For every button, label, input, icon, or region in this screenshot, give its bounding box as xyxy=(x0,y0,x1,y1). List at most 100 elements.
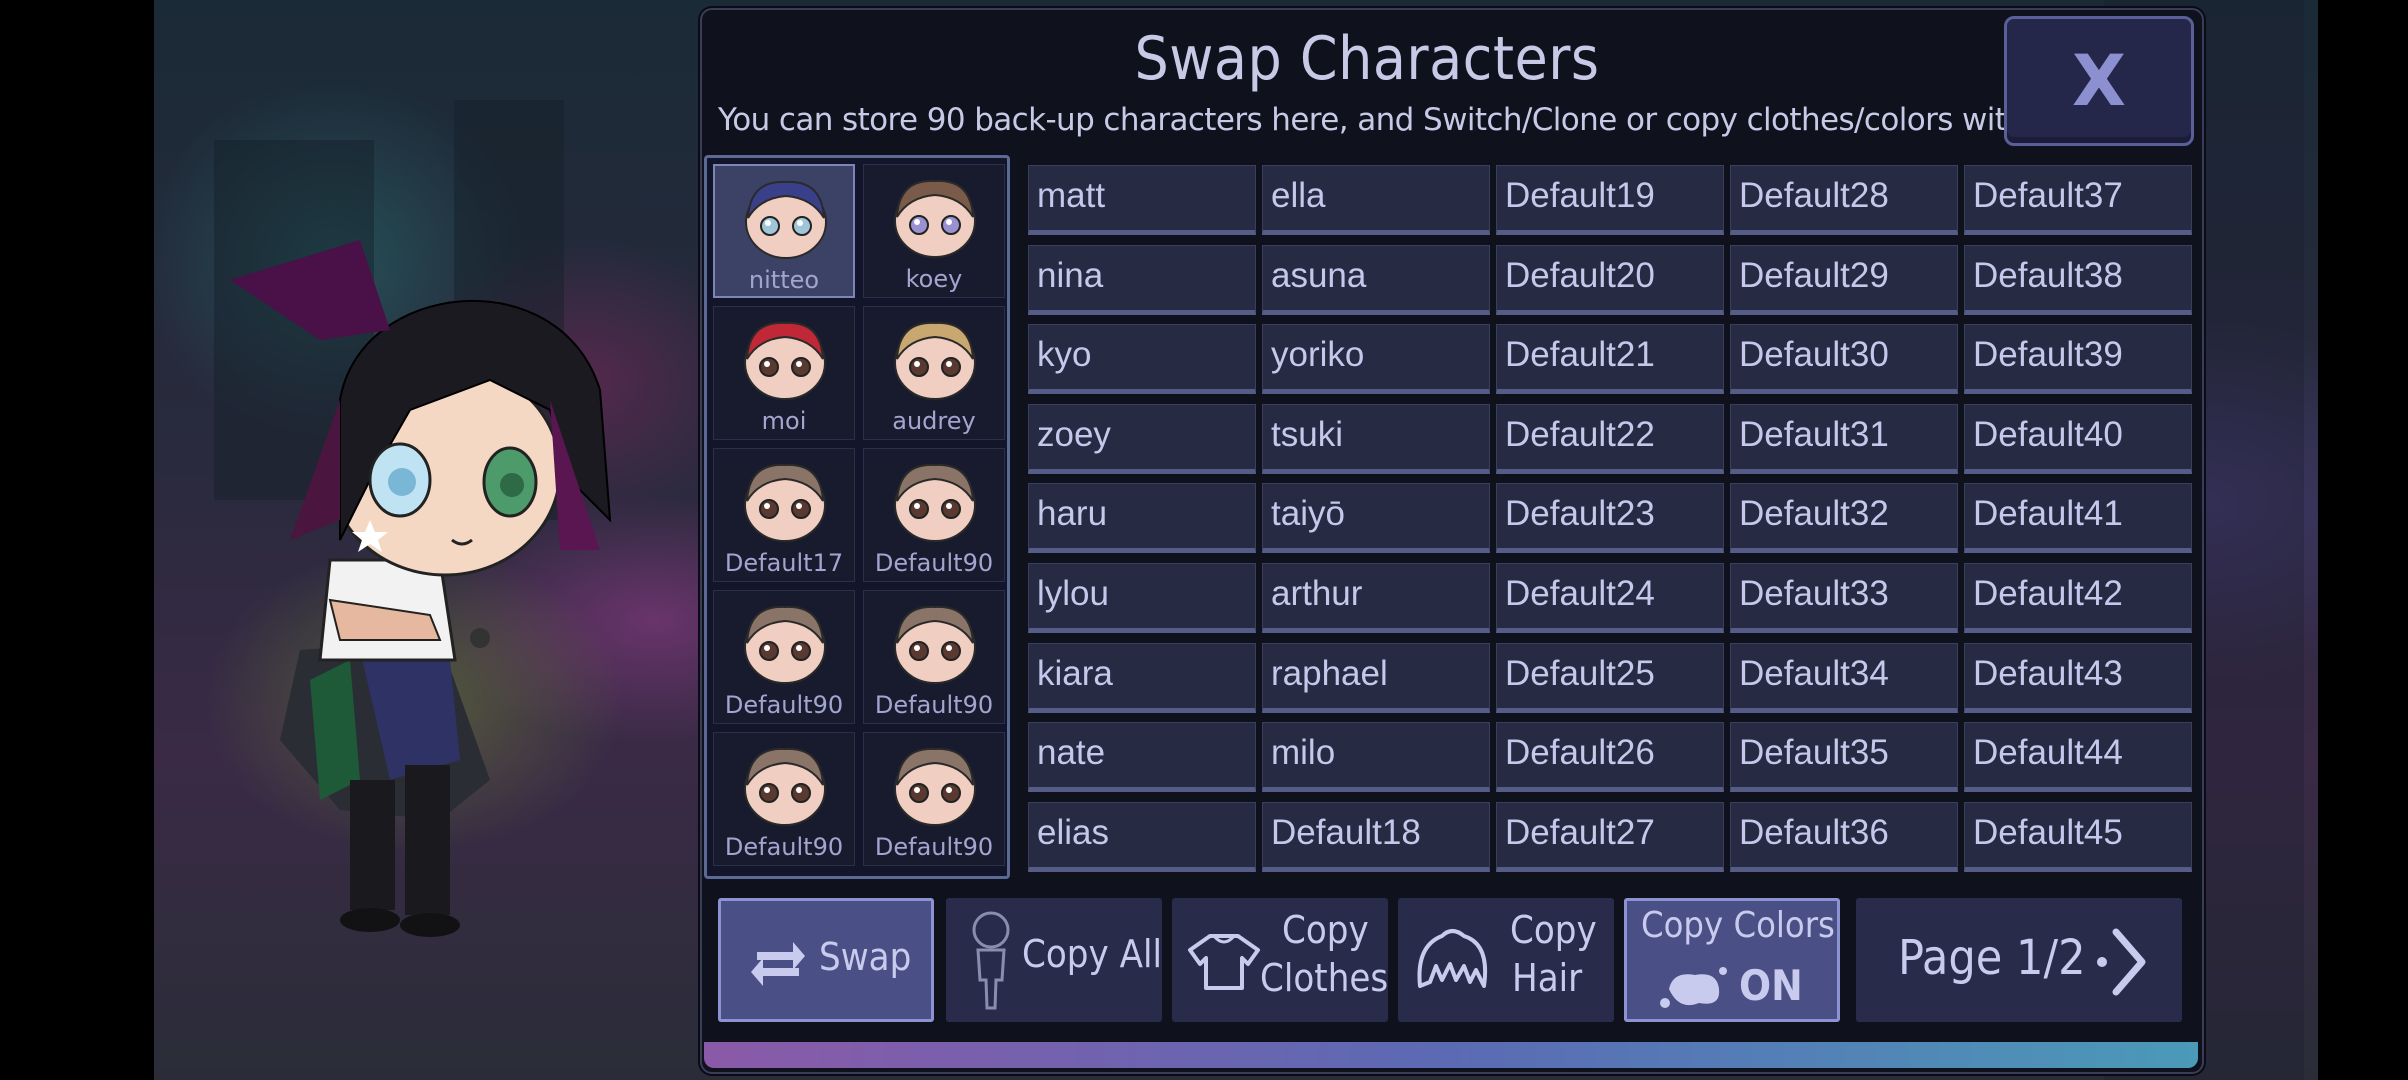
slot-name: zoey xyxy=(1037,414,1111,454)
character-slot[interactable]: yoriko xyxy=(1262,324,1490,395)
chevron-right-icon xyxy=(2097,928,2146,996)
avatar-slot[interactable]: nitteo xyxy=(713,164,855,298)
character-slot[interactable]: kiara xyxy=(1028,642,1256,713)
character-slot[interactable]: elias xyxy=(1028,801,1256,872)
character-slot[interactable]: Default31 xyxy=(1730,403,1958,474)
slot-name: Default18 xyxy=(1271,812,1421,852)
character-slot[interactable]: matt xyxy=(1028,165,1256,235)
avatar-slot[interactable]: audrey xyxy=(863,306,1005,440)
slot-name: Default44 xyxy=(1973,733,2123,773)
slot-name: Default42 xyxy=(1973,574,2123,613)
character-slot[interactable]: milo xyxy=(1262,722,1490,793)
slot-name: raphael xyxy=(1271,653,1388,693)
avatar-head-icon xyxy=(744,321,826,400)
slot-name: yoriko xyxy=(1271,335,1365,375)
character-slot[interactable]: Default39 xyxy=(1964,324,2192,395)
character-slot[interactable]: Default25 xyxy=(1496,642,1724,713)
swap-label: Swap xyxy=(819,935,912,979)
swap-button[interactable]: Swap xyxy=(718,898,934,1022)
slot-name: Default22 xyxy=(1505,414,1655,454)
character-slot[interactable]: Default42 xyxy=(1964,563,2192,633)
character-slot[interactable]: Default43 xyxy=(1964,642,2192,713)
copy-all-label: Copy All xyxy=(1022,932,1162,976)
slot-name: Default35 xyxy=(1739,733,1889,773)
slot-name: taiyō xyxy=(1271,494,1345,534)
avatar-name: audrey xyxy=(892,407,976,435)
slot-name: Default33 xyxy=(1739,574,1889,613)
character-slot[interactable]: Default21 xyxy=(1496,324,1724,395)
character-slot[interactable]: Default20 xyxy=(1496,244,1724,315)
character-slot[interactable]: Default22 xyxy=(1496,403,1724,474)
character-slot[interactable]: Default30 xyxy=(1730,324,1958,395)
slot-name: nina xyxy=(1037,255,1104,295)
close-button[interactable]: X xyxy=(2004,16,2194,146)
character-slot[interactable]: raphael xyxy=(1262,642,1490,713)
copy-clothes-label-1: Copy xyxy=(1282,908,1369,952)
hair-icon xyxy=(1417,929,1488,988)
character-slot[interactable]: Default29 xyxy=(1730,244,1958,315)
slot-name: Default32 xyxy=(1739,494,1889,534)
slot-name: arthur xyxy=(1271,574,1363,613)
avatar-slot[interactable]: Default90 xyxy=(863,590,1005,724)
character-slot[interactable]: Default45 xyxy=(1964,801,2192,872)
copy-all-button[interactable]: Copy All xyxy=(946,898,1162,1022)
character-slot[interactable]: Default41 xyxy=(1964,483,2192,554)
character-slot[interactable]: Default24 xyxy=(1496,563,1724,633)
character-slot[interactable]: zoey xyxy=(1028,403,1256,474)
slot-name: matt xyxy=(1037,176,1106,215)
slot-name: Default26 xyxy=(1505,733,1655,773)
character-slot[interactable]: ella xyxy=(1262,165,1490,235)
slot-name: Default30 xyxy=(1739,335,1889,375)
character-slot[interactable]: Default44 xyxy=(1964,722,2192,793)
character-slot[interactable]: Default27 xyxy=(1496,801,1724,872)
avatar-slot[interactable]: Default17 xyxy=(713,448,855,582)
copy-clothes-button[interactable]: Copy Clothes xyxy=(1172,898,1388,1022)
character-slot[interactable]: asuna xyxy=(1262,244,1490,315)
character-slot[interactable]: Default34 xyxy=(1730,642,1958,713)
slot-name: Default23 xyxy=(1505,494,1655,534)
avatar-slot[interactable]: Default90 xyxy=(863,448,1005,582)
character-slot[interactable]: Default28 xyxy=(1730,165,1958,235)
character-slot[interactable]: nina xyxy=(1028,244,1256,315)
character-slot[interactable]: kyo xyxy=(1028,324,1256,395)
character-slot[interactable]: Default35 xyxy=(1730,722,1958,793)
character-slot[interactable]: Default33 xyxy=(1730,563,1958,633)
avatar-name: moi xyxy=(761,407,807,435)
avatar-slot[interactable]: moi xyxy=(713,306,855,440)
character-slot[interactable]: Default38 xyxy=(1964,244,2192,315)
character-slot[interactable]: Default26 xyxy=(1496,722,1724,793)
character-slot[interactable]: Default23 xyxy=(1496,483,1724,554)
dialog-subtitle: You can store 90 back-up characters here… xyxy=(718,102,2114,138)
character-slot[interactable]: tsuki xyxy=(1262,403,1490,474)
slot-name: Default39 xyxy=(1973,335,2123,375)
avatar-slot[interactable]: koey xyxy=(863,164,1005,298)
character-slot[interactable]: lylou xyxy=(1028,563,1256,633)
character-slot[interactable]: Default40 xyxy=(1964,403,2192,474)
avatar-slot[interactable]: Default90 xyxy=(863,732,1005,866)
copy-hair-button[interactable]: Copy Hair xyxy=(1398,898,1614,1022)
avatar-name: Default90 xyxy=(724,833,844,861)
copy-hair-label-1: Copy xyxy=(1510,908,1597,952)
character-slot[interactable]: taiyō xyxy=(1262,483,1490,554)
slot-name: tsuki xyxy=(1271,414,1343,454)
character-slot[interactable]: Default19 xyxy=(1496,165,1724,235)
avatar-head-icon xyxy=(745,180,827,259)
character-preview[interactable] xyxy=(190,220,690,940)
page-next-button[interactable]: Page 1/2 xyxy=(1856,898,2182,1022)
character-slot[interactable]: arthur xyxy=(1262,563,1490,633)
avatar-slot[interactable]: Default90 xyxy=(713,732,855,866)
character-slot[interactable]: Default18 xyxy=(1262,801,1490,872)
copy-clothes-label-2: Clothes xyxy=(1260,956,1389,1000)
character-slot[interactable]: Default32 xyxy=(1730,483,1958,554)
slot-name: Default20 xyxy=(1505,255,1655,295)
avatar-head-icon xyxy=(894,321,976,400)
copy-colors-toggle[interactable]: Copy Colors ON xyxy=(1624,898,1840,1022)
character-slot[interactable]: Default36 xyxy=(1730,801,1958,872)
character-slot[interactable]: haru xyxy=(1028,483,1256,554)
character-slot[interactable]: Default37 xyxy=(1964,165,2192,235)
avatar-head-icon xyxy=(894,179,976,258)
slot-name: Default37 xyxy=(1973,176,2123,215)
slot-name: Default21 xyxy=(1505,335,1655,375)
character-slot[interactable]: nate xyxy=(1028,722,1256,793)
avatar-slot[interactable]: Default90 xyxy=(713,590,855,724)
